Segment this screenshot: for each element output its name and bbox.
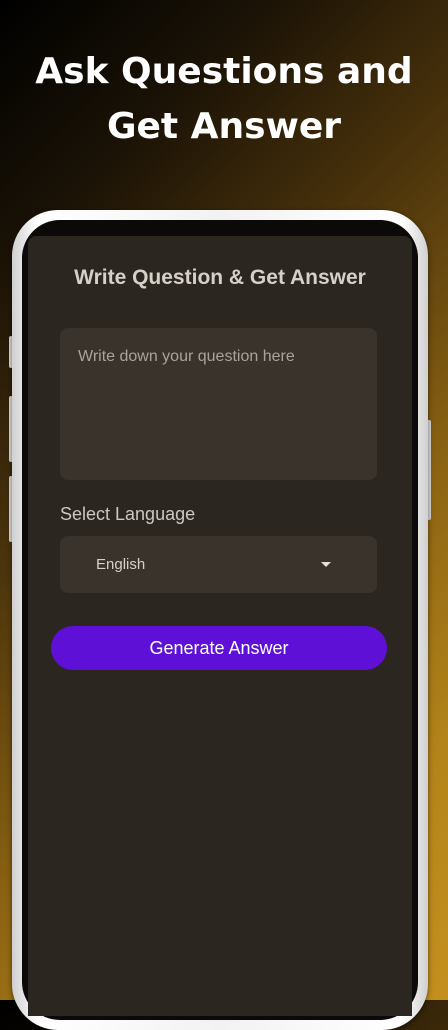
app-screen: Write Question & Get Answer Select Langu… (28, 236, 412, 1016)
screen-title: Write Question & Get Answer (74, 266, 366, 289)
promo-headline: Ask Questions and Get Answer (0, 44, 448, 154)
phone-frame: Write Question & Get Answer Select Langu… (12, 210, 428, 1030)
select-language-label: Select Language (60, 504, 196, 524)
question-input[interactable] (60, 328, 377, 480)
caret-down-icon (321, 562, 331, 567)
promo-headline-line-2: Get Answer (106, 106, 342, 147)
language-dropdown[interactable]: English (60, 536, 377, 593)
promo-headline-line-1: Ask Questions and (35, 51, 413, 92)
generate-answer-button[interactable]: Generate Answer (51, 626, 387, 670)
language-selected-value: English (96, 556, 146, 573)
question-input-container (60, 328, 377, 480)
